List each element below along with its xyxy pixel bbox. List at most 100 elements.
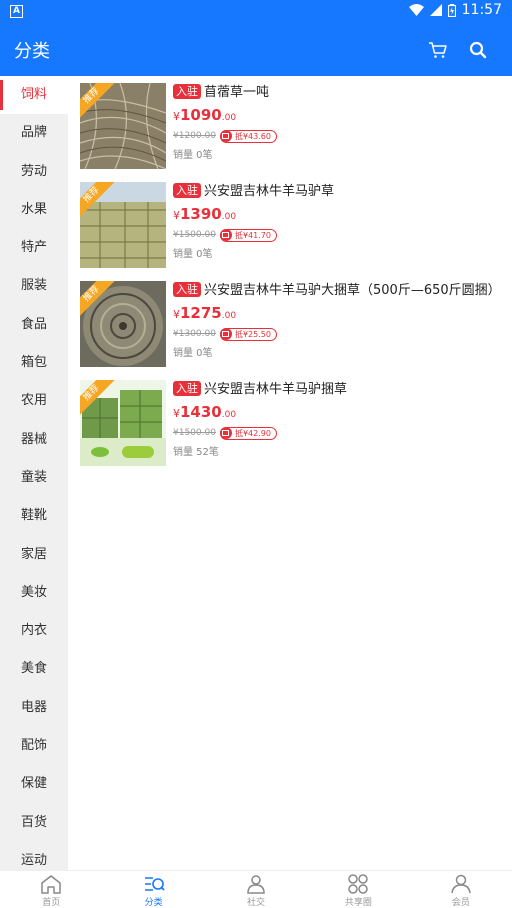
tab-label: 会员 [451, 898, 470, 908]
coupon-text: 抵¥42.90 [234, 428, 271, 438]
tab-category[interactable]: 分类 [102, 871, 204, 908]
settled-tag: 入驻 [173, 381, 201, 396]
sales-count: 销量 52笔 [173, 447, 219, 458]
sidebar-item-health[interactable]: 保健 [0, 765, 68, 803]
product-price: ¥1275.00 [173, 304, 510, 325]
sidebar-item-bags[interactable]: 箱包 [0, 344, 68, 382]
app-bar: 分类 [0, 24, 512, 76]
product-list: 推荐 入驻 苜蓿草一吨 ¥1090.00 ¥1200.00 抵¥43.60 销量 … [68, 76, 512, 870]
tab-home[interactable]: 首页 [0, 871, 102, 908]
cart-icon [429, 42, 447, 58]
tab-label: 首页 [42, 898, 61, 908]
product-name-row: 入驻 苜蓿草一吨 [173, 84, 510, 102]
sidebar-item-fruit[interactable]: 水果 [0, 191, 68, 229]
original-price: ¥1300.00 [173, 329, 216, 339]
product-image[interactable]: 推荐 [80, 83, 166, 169]
search-button[interactable] [464, 36, 492, 64]
page-title: 分类 [14, 41, 50, 62]
coupon-text: 抵¥43.60 [234, 131, 271, 141]
product-price: ¥1430.00 [173, 403, 510, 424]
signal-icon [429, 4, 442, 16]
tab-social[interactable]: 社交 [205, 871, 307, 908]
category-icon [144, 877, 165, 891]
product-image[interactable]: 推荐 [80, 380, 166, 466]
currency-symbol: ¥ [173, 110, 180, 123]
coupon-badge: 抵¥41.70 [219, 228, 277, 242]
sidebar-item-appliances[interactable]: 电器 [0, 689, 68, 727]
sidebar-item-agricultural[interactable]: 农用 [0, 382, 68, 420]
original-price: ¥1200.00 [173, 131, 216, 141]
product-name: 苜蓿草一吨 [204, 85, 270, 100]
product-name-row: 入驻 兴安盟吉林牛羊马驴大捆草（500斤—650斤圆捆） [173, 282, 510, 300]
price-integer: 1430 [180, 403, 222, 421]
settled-tag: 入驻 [173, 183, 201, 198]
tab-member[interactable]: 会员 [410, 871, 512, 908]
sidebar-item-shoes[interactable]: 鞋靴 [0, 497, 68, 535]
sidebar-item-kidswear[interactable]: 童装 [0, 459, 68, 497]
status-bar: A 11:57 [0, 0, 512, 24]
cart-button[interactable] [424, 36, 452, 64]
sidebar-item-clothing[interactable]: 服装 [0, 267, 68, 305]
coupon-icon [219, 130, 232, 142]
product-card[interactable]: 推荐 入驻 苜蓿草一吨 ¥1090.00 ¥1200.00 抵¥43.60 销量 … [80, 83, 510, 169]
tab-share-circle[interactable]: 共享圈 [307, 871, 409, 908]
currency-symbol: ¥ [173, 308, 180, 321]
coupon-text: 抵¥41.70 [234, 230, 271, 240]
sidebar-item-feed[interactable]: 饲料 [0, 76, 68, 115]
sidebar-item-general[interactable]: 百货 [0, 804, 68, 842]
product-card[interactable]: 推荐 入驻 兴安盟吉林牛羊马驴草 ¥1390.00 ¥1500.00 抵¥41.7… [80, 182, 510, 268]
notification-badge: A [10, 5, 23, 18]
currency-symbol: ¥ [173, 209, 180, 222]
settled-tag: 入驻 [173, 84, 201, 99]
wifi-icon [408, 4, 424, 16]
product-name: 兴安盟吉林牛羊马驴捆草 [204, 382, 348, 397]
currency-symbol: ¥ [173, 407, 180, 420]
tab-label: 社交 [247, 898, 266, 908]
sidebar-item-food[interactable]: 食品 [0, 306, 68, 344]
sidebar-item-accessories[interactable]: 配饰 [0, 727, 68, 765]
sidebar-item-home[interactable]: 家居 [0, 536, 68, 574]
sales-count: 销量 0笔 [173, 249, 213, 260]
search-icon [469, 41, 487, 59]
sales-count: 销量 0笔 [173, 150, 213, 161]
sidebar-item-brand[interactable]: 品牌 [0, 114, 68, 152]
coupon-icon [219, 229, 232, 241]
price-integer: 1275 [180, 304, 222, 322]
price-cents: .00 [221, 410, 237, 420]
sidebar-item-specialty[interactable]: 特产 [0, 229, 68, 267]
product-price: ¥1090.00 [173, 106, 510, 127]
clock: 11:57 [461, 2, 502, 18]
sidebar-item-equipment[interactable]: 器械 [0, 421, 68, 459]
product-card[interactable]: 推荐 入驻 兴安盟吉林牛羊马驴捆草 ¥1430.00 ¥1500.00 抵¥42.… [80, 380, 510, 466]
product-card[interactable]: 推荐 入驻 兴安盟吉林牛羊马驴大捆草（500斤—650斤圆捆） ¥1275.00 … [80, 281, 510, 367]
original-price: ¥1500.00 [173, 230, 216, 240]
price-cents: .00 [221, 311, 237, 321]
bottom-tab-bar: 首页 分类 社交 共享圈 会员 [0, 870, 512, 908]
coupon-badge: 抵¥43.60 [219, 129, 277, 143]
home-icon [41, 875, 61, 894]
sidebar-item-sports[interactable]: 运动 [0, 842, 68, 870]
coupon-badge: 抵¥42.90 [219, 426, 277, 440]
coupon-text: 抵¥25.50 [234, 329, 271, 339]
member-icon [451, 874, 471, 894]
coupon-badge: 抵¥25.50 [219, 327, 277, 341]
sidebar-item-underwear[interactable]: 内衣 [0, 612, 68, 650]
social-icon [247, 875, 265, 894]
price-cents: .00 [221, 113, 237, 123]
coupon-icon [219, 427, 232, 439]
sidebar-item-labor[interactable]: 劳动 [0, 153, 68, 191]
product-name-row: 入驻 兴安盟吉林牛羊马驴捆草 [173, 381, 510, 399]
settled-tag: 入驻 [173, 282, 201, 297]
product-image[interactable]: 推荐 [80, 281, 166, 367]
product-name: 兴安盟吉林牛羊马驴草 [204, 184, 335, 199]
sidebar-item-beauty[interactable]: 美妆 [0, 574, 68, 612]
product-price: ¥1390.00 [173, 205, 510, 226]
category-sidebar: 饲料 品牌 劳动 水果 特产 服装 食品 箱包 农用 器械 童装 鞋靴 家居 美… [0, 76, 68, 870]
tab-label: 分类 [144, 898, 163, 908]
price-cents: .00 [221, 212, 237, 222]
sidebar-item-gourmet[interactable]: 美食 [0, 650, 68, 688]
price-integer: 1390 [180, 205, 222, 223]
product-name-row: 入驻 兴安盟吉林牛羊马驴草 [173, 183, 510, 201]
battery-icon [447, 3, 456, 17]
product-image[interactable]: 推荐 [80, 182, 166, 268]
